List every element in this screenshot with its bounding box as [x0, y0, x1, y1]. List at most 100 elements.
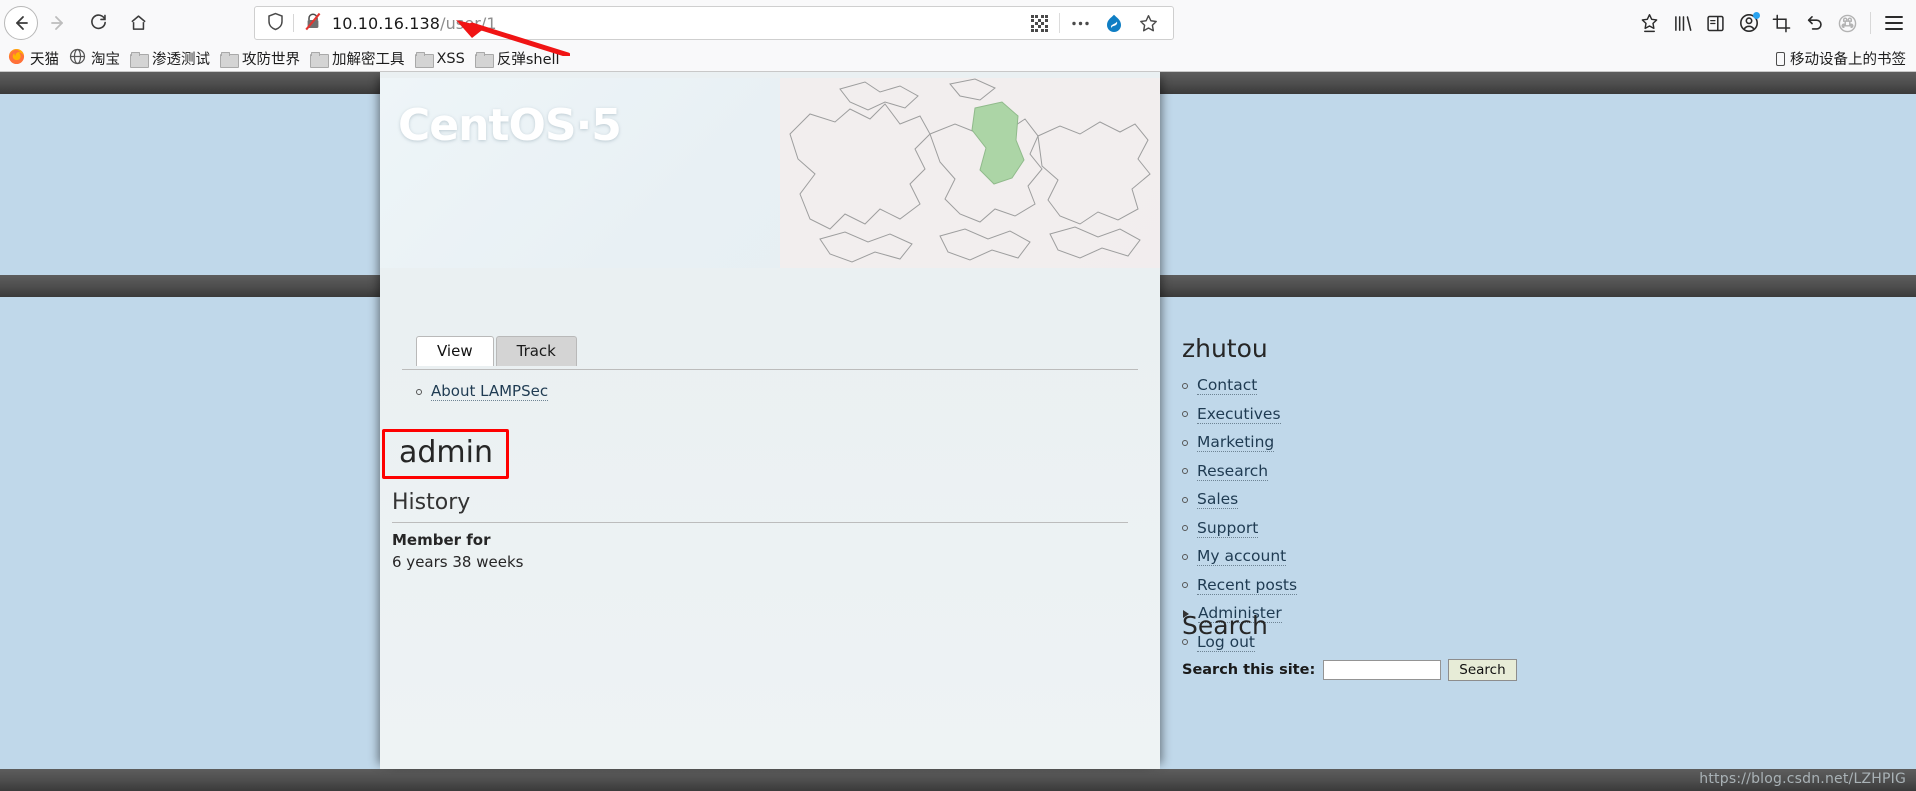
url-bar[interactable]: 10.10.16.138/user/1: [254, 6, 1174, 40]
url-actions-divider: [1059, 13, 1060, 33]
bullet-circle-icon: [1182, 411, 1188, 417]
toolbar-divider: [1870, 12, 1871, 34]
main-content: View Track About LAMPSec admin History M…: [380, 294, 1160, 769]
sidebar-item-label[interactable]: Contact: [1197, 376, 1258, 395]
url-host: 10.10.16.138: [332, 13, 441, 33]
link-about-lampsec[interactable]: About LAMPSec: [431, 382, 549, 401]
shield-icon[interactable]: [255, 12, 293, 35]
firefox-icon: [8, 48, 25, 69]
tab-track[interactable]: Track: [495, 336, 577, 366]
reload-button[interactable]: [78, 3, 118, 43]
lock-slash-icon[interactable]: [294, 12, 332, 35]
bookmark-label: 天猫: [30, 52, 59, 68]
search-button[interactable]: Search: [1448, 659, 1517, 681]
bookmark-item[interactable]: 淘宝: [69, 48, 120, 69]
search-label: Search this site:: [1182, 662, 1316, 678]
url-path: /user/1: [440, 13, 497, 33]
search-input[interactable]: [1323, 660, 1442, 680]
save-to-pocket-icon[interactable]: [1633, 7, 1666, 40]
undo-icon[interactable]: [1798, 7, 1831, 40]
page-viewport: CentOS·5 View Track About LAMPSec admin …: [0, 72, 1916, 791]
sidebar-item-label[interactable]: Support: [1197, 519, 1259, 538]
sidebar-title: zhutou: [1182, 334, 1268, 363]
screenshot-icon[interactable]: [1765, 7, 1798, 40]
bookmark-item[interactable]: 加解密工具: [310, 48, 405, 69]
bookmark-item[interactable]: 攻防世界: [220, 48, 300, 69]
browser-toolbar-right: [1633, 4, 1910, 42]
sidebar-item-support[interactable]: Support: [1182, 519, 1297, 538]
sidebar-icon[interactable]: [1699, 7, 1732, 40]
username-highlight-box: admin: [382, 429, 509, 479]
folder-icon: [220, 51, 239, 68]
sidebar-item-label[interactable]: Sales: [1197, 490, 1239, 509]
bookmark-item[interactable]: 反弹shell: [474, 48, 560, 69]
folder-icon: [414, 51, 434, 68]
tabs-rule: [402, 369, 1138, 370]
folder-icon: [130, 51, 149, 68]
star-icon[interactable]: [1131, 8, 1165, 38]
list-item[interactable]: About LAMPSec: [416, 382, 549, 401]
sidebar-item-recent-posts[interactable]: Recent posts: [1182, 576, 1298, 595]
url-bar-actions: [1022, 8, 1173, 38]
account-notification-dot: [1753, 11, 1760, 19]
sidebar-item-label[interactable]: Recent posts: [1197, 576, 1298, 595]
content-tabs: View Track: [416, 336, 579, 366]
sidebar-item-contact[interactable]: Contact: [1182, 376, 1297, 395]
site-logo[interactable]: CentOS·5: [398, 100, 622, 151]
bookmark-label: 加解密工具: [332, 52, 405, 68]
bullet-circle-icon: [1182, 525, 1188, 531]
watermark-text: https://blog.csdn.net/LZHPIG: [1699, 771, 1906, 787]
bullet-circle-icon: [1182, 553, 1188, 560]
account-icon[interactable]: [1732, 7, 1765, 40]
bullet-circle-icon: [1182, 582, 1188, 588]
folder-icon: [474, 51, 494, 68]
sidebar-item-label[interactable]: Marketing: [1197, 433, 1275, 452]
bookmark-item[interactable]: XSS: [414, 50, 465, 68]
tab-view[interactable]: View: [416, 336, 494, 366]
content-links-list: About LAMPSec: [416, 382, 549, 406]
sidebar-item-label[interactable]: Executives: [1197, 405, 1281, 424]
right-sidebar: zhutou Contact Executives Marketing Rese…: [1160, 94, 1916, 769]
browser-chrome: 10.10.16.138/user/1 天猫 淘宝 渗透测试 攻防世界 加解密工…: [0, 0, 1916, 72]
sidebar-item-my-account[interactable]: My account: [1182, 547, 1297, 566]
sidebar-item-research[interactable]: Research: [1182, 462, 1297, 481]
qr-code-icon[interactable]: [1022, 8, 1056, 38]
site-banner: CentOS·5: [380, 78, 1160, 268]
command-icon[interactable]: [1831, 7, 1864, 40]
mobile-bookmarks-label: 移动设备上的书签: [1790, 52, 1906, 68]
search-heading: Search: [1182, 611, 1268, 640]
member-for-label: Member for: [392, 531, 491, 549]
page-title: admin: [399, 435, 493, 470]
bottom-dark-band: [0, 769, 1916, 791]
forward-button[interactable]: [38, 3, 78, 43]
bookmark-item[interactable]: 天猫: [8, 48, 59, 69]
bullet-circle-icon: [1182, 496, 1188, 503]
bookmark-label: 淘宝: [91, 52, 120, 68]
home-button[interactable]: [118, 3, 158, 43]
sidebar-item-label[interactable]: Research: [1197, 462, 1269, 481]
url-text[interactable]: 10.10.16.138/user/1: [332, 14, 1022, 33]
library-icon[interactable]: [1666, 7, 1699, 40]
bullet-circle-icon: [1182, 468, 1188, 474]
bullet-circle-icon: [1182, 382, 1188, 389]
bookmark-label: XSS: [436, 50, 465, 67]
bullet-circle-icon: [416, 388, 422, 395]
bookmark-item[interactable]: 渗透测试: [130, 48, 210, 69]
drupal-icon[interactable]: [1097, 8, 1131, 38]
bookmark-label: 反弹shell: [496, 52, 560, 68]
page-column: CentOS·5 View Track About LAMPSec admin …: [380, 72, 1160, 769]
member-for-value: 6 years 38 weeks: [392, 553, 524, 571]
ellipsis-icon[interactable]: [1063, 8, 1097, 38]
sidebar-item-sales[interactable]: Sales: [1182, 490, 1297, 509]
bookmark-label: 渗透测试: [152, 52, 210, 68]
sidebar-item-label[interactable]: My account: [1197, 547, 1287, 566]
sidebar-item-marketing[interactable]: Marketing: [1182, 433, 1297, 452]
history-heading: History: [392, 490, 471, 515]
bullet-circle-icon: [1182, 439, 1188, 446]
hamburger-menu-icon[interactable]: [1877, 7, 1910, 40]
mobile-bookmarks-item[interactable]: 移动设备上的书签: [1776, 45, 1906, 72]
sidebar-item-executives[interactable]: Executives: [1182, 405, 1297, 424]
bookmarks-bar: 天猫 淘宝 渗透测试 攻防世界 加解密工具 XSS 反弹shell: [0, 45, 1916, 72]
europe-map-graphic: [780, 78, 1160, 268]
back-button[interactable]: [4, 5, 38, 40]
